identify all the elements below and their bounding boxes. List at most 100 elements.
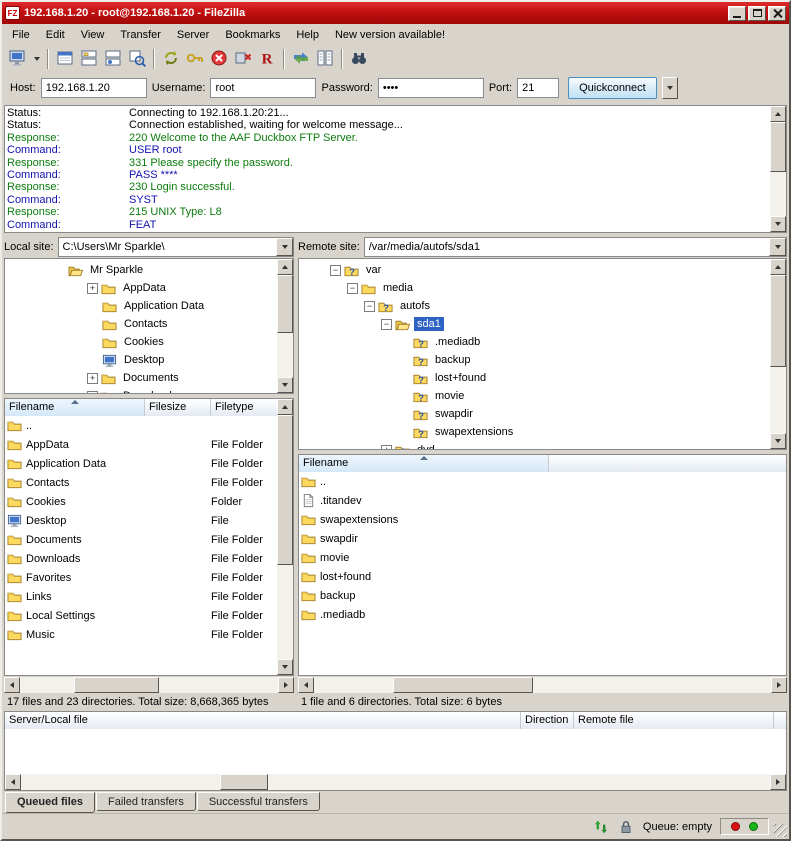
encryption-lock-icon[interactable] xyxy=(618,818,635,835)
collapse-icon[interactable]: − xyxy=(330,265,341,276)
remote-file-movie[interactable]: movie xyxy=(299,548,786,567)
scroll-left-button[interactable] xyxy=(5,774,21,790)
tab-queued-files[interactable]: Queued files xyxy=(5,792,95,813)
local-list-scrollbar[interactable] xyxy=(277,399,293,675)
scroll-up-button[interactable] xyxy=(770,106,786,122)
port-input[interactable] xyxy=(517,78,559,98)
scroll-down-button[interactable] xyxy=(770,433,786,449)
remote-file-lost-found[interactable]: lost+found xyxy=(299,567,786,586)
username-input[interactable] xyxy=(210,78,316,98)
expand-icon[interactable]: + xyxy=(87,373,98,384)
scroll-right-button[interactable] xyxy=(770,774,786,790)
collapse-icon[interactable]: − xyxy=(347,283,358,294)
remote-tree-item-lost-found[interactable]: ?lost+found xyxy=(299,369,768,387)
menu-file[interactable]: File xyxy=(4,27,38,43)
scroll-up-button[interactable] xyxy=(277,259,293,275)
remote-horizontal-scrollbar[interactable] xyxy=(298,677,787,693)
scroll-right-button[interactable] xyxy=(278,677,294,693)
resize-grip[interactable] xyxy=(774,824,787,837)
toggle-local-tree-button[interactable] xyxy=(77,47,101,71)
local-file-cookies[interactable]: CookiesFolder xyxy=(5,492,277,511)
tab-failed-transfers[interactable]: Failed transfers xyxy=(96,792,196,811)
local-file-documents[interactable]: DocumentsFile Folder xyxy=(5,530,277,549)
scroll-left-button[interactable] xyxy=(4,677,20,693)
remote-tree-item-var[interactable]: −?var xyxy=(299,261,768,279)
column-header-remote-file[interactable]: Remote file xyxy=(574,712,774,729)
message-log-scrollbar[interactable] xyxy=(770,106,786,232)
scrollbar-thumb[interactable] xyxy=(277,275,293,333)
combo-dropdown-button[interactable] xyxy=(769,238,786,256)
remote-tree-item-movie[interactable]: ?movie xyxy=(299,387,768,405)
remote-site-combo[interactable]: /var/media/autofs/sda1 xyxy=(364,237,787,257)
remote-file-up[interactable]: .. xyxy=(299,472,786,491)
local-tree-item-mr-sparkle[interactable]: Mr Sparkle xyxy=(5,261,275,279)
scrollbar-thumb[interactable] xyxy=(220,774,268,790)
menu-transfer[interactable]: Transfer xyxy=(112,27,169,43)
local-tree-item-downloads[interactable]: +Downloads xyxy=(5,387,275,394)
local-tree-scrollbar[interactable] xyxy=(277,259,293,393)
combo-dropdown-button[interactable] xyxy=(276,238,293,256)
local-file-desktop[interactable]: DesktopFile xyxy=(5,511,277,530)
column-header-filetype[interactable]: Filetype xyxy=(211,399,279,416)
scroll-down-button[interactable] xyxy=(277,659,293,675)
site-manager-button[interactable] xyxy=(6,47,30,71)
process-queue-button[interactable] xyxy=(183,47,207,71)
scroll-down-button[interactable] xyxy=(277,377,293,393)
remote-file-titandev[interactable]: .titandev xyxy=(299,491,786,510)
local-file-appdata[interactable]: AppDataFile Folder xyxy=(5,435,277,454)
remote-tree-item-dvd[interactable]: +?dvd xyxy=(299,441,768,450)
quickconnect-button[interactable]: Quickconnect xyxy=(568,77,657,99)
cancel-button[interactable] xyxy=(207,47,231,71)
remote-file-swapextensions[interactable]: swapextensions xyxy=(299,510,786,529)
local-horizontal-scrollbar[interactable] xyxy=(4,677,294,693)
local-file-music[interactable]: MusicFile Folder xyxy=(5,625,277,644)
remote-tree-item-autofs[interactable]: −?autofs xyxy=(299,297,768,315)
quickconnect-dropdown-button[interactable] xyxy=(662,77,678,99)
scroll-right-button[interactable] xyxy=(771,677,787,693)
maximize-button[interactable] xyxy=(748,6,766,21)
menu-server[interactable]: Server xyxy=(169,27,217,43)
scrollbar-thumb[interactable] xyxy=(770,275,786,367)
expand-icon[interactable]: + xyxy=(381,445,392,451)
remote-file-backup[interactable]: backup xyxy=(299,586,786,605)
local-tree-item-documents[interactable]: +Documents xyxy=(5,369,275,387)
host-input[interactable] xyxy=(41,78,147,98)
menu-new-version-available[interactable]: New version available! xyxy=(327,27,453,43)
expand-icon[interactable]: + xyxy=(87,391,98,395)
scrollbar-thumb[interactable] xyxy=(277,415,293,565)
scroll-left-button[interactable] xyxy=(298,677,314,693)
scroll-down-button[interactable] xyxy=(770,216,786,232)
column-header-direction[interactable]: Direction xyxy=(521,712,574,729)
remote-tree-item-backup[interactable]: ?backup xyxy=(299,351,768,369)
remote-tree-item-swapextensions[interactable]: ?swapextensions xyxy=(299,423,768,441)
local-file-favorites[interactable]: FavoritesFile Folder xyxy=(5,568,277,587)
queue-horizontal-scrollbar[interactable] xyxy=(5,774,786,790)
column-header-server-local-file[interactable]: Server/Local file xyxy=(5,712,521,729)
local-file-local-settings[interactable]: Local SettingsFile Folder xyxy=(5,606,277,625)
remote-file-mediadb[interactable]: .mediadb xyxy=(299,605,786,624)
reconnect-button[interactable]: R xyxy=(255,47,279,71)
local-file-contacts[interactable]: ContactsFile Folder xyxy=(5,473,277,492)
directory-comparison-button[interactable] xyxy=(313,47,337,71)
scrollbar-thumb[interactable] xyxy=(74,677,159,693)
column-header-filename[interactable]: Filename xyxy=(5,399,145,416)
local-file-up[interactable]: .. xyxy=(5,416,277,435)
scrollbar-thumb[interactable] xyxy=(393,677,533,693)
password-input[interactable] xyxy=(378,78,484,98)
menu-edit[interactable]: Edit xyxy=(38,27,73,43)
menu-view[interactable]: View xyxy=(73,27,113,43)
local-file-application-data[interactable]: Application DataFile Folder xyxy=(5,454,277,473)
collapse-icon[interactable]: − xyxy=(364,301,375,312)
local-tree-item-appdata[interactable]: +AppData xyxy=(5,279,275,297)
local-tree-item-application-data[interactable]: Application Data xyxy=(5,297,275,315)
remote-tree-item-mediadb[interactable]: ?.mediadb xyxy=(299,333,768,351)
scroll-up-button[interactable] xyxy=(277,399,293,415)
remote-tree-item-sda1[interactable]: −sda1 xyxy=(299,315,768,333)
toggle-remote-tree-button[interactable] xyxy=(101,47,125,71)
disconnect-button[interactable] xyxy=(231,47,255,71)
local-file-downloads[interactable]: DownloadsFile Folder xyxy=(5,549,277,568)
local-file-links[interactable]: LinksFile Folder xyxy=(5,587,277,606)
collapse-icon[interactable]: − xyxy=(381,319,392,330)
local-tree-item-cookies[interactable]: Cookies xyxy=(5,333,275,351)
remote-tree-item-media[interactable]: −media xyxy=(299,279,768,297)
